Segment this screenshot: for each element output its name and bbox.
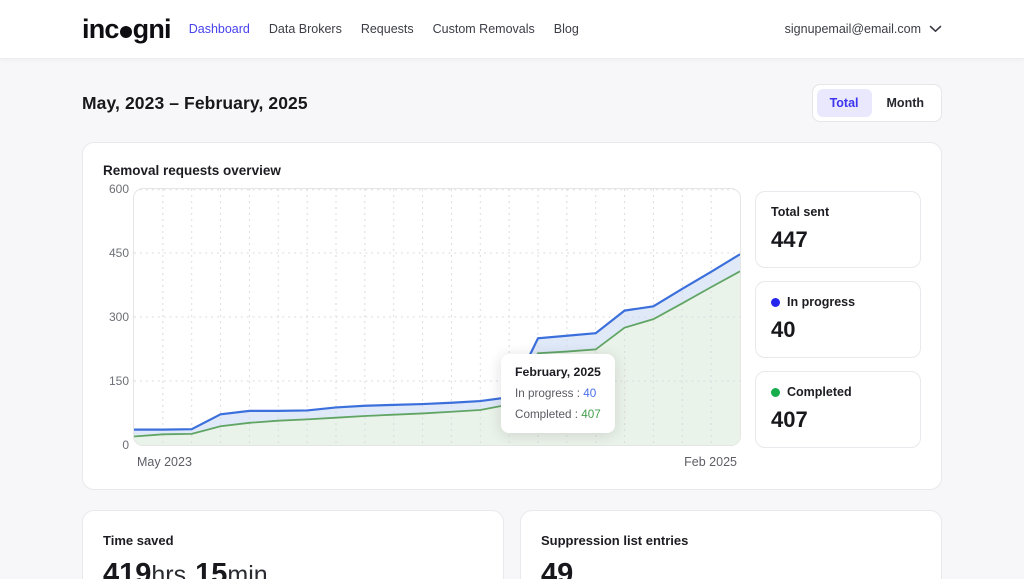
tooltip-row-completed: Completed : 407: [515, 408, 601, 421]
stat-label: Completed: [787, 385, 852, 399]
area-chart: [134, 189, 740, 445]
suppression-list-label: Suppression list entries: [541, 533, 921, 548]
tooltip-row-in-progress: In progress : 40: [515, 387, 601, 400]
x-axis: May 2023 Feb 2025: [133, 446, 741, 469]
logo-text-right: gni: [133, 14, 171, 45]
chart-tooltip: February, 2025 In progress : 40 Complete…: [501, 354, 615, 433]
suppression-list-card: Suppression list entries 49: [520, 510, 942, 579]
top-nav: incgni Dashboard Data Brokers Requests C…: [0, 0, 1024, 58]
minutes-unit: min: [227, 561, 267, 579]
stats-column: Total sent 447 In progress 40 Completed: [755, 188, 921, 469]
y-tick: 0: [122, 438, 129, 452]
toggle-total-button[interactable]: Total: [817, 89, 872, 117]
date-range-title: May, 2023 – February, 2025: [82, 93, 308, 114]
total-month-toggle: Total Month: [812, 84, 942, 122]
toggle-month-button[interactable]: Month: [874, 89, 937, 117]
y-tick: 300: [109, 310, 129, 324]
nav-item-requests[interactable]: Requests: [361, 22, 414, 36]
stat-card-total-sent: Total sent 447: [755, 191, 921, 268]
time-saved-card: Time saved 419hrs 15min: [82, 510, 504, 579]
page-heading-row: May, 2023 – February, 2025 Total Month: [82, 84, 942, 122]
tooltip-value-completed: 407: [581, 408, 601, 421]
logo-text-left: inc: [82, 14, 119, 45]
incogni-logo[interactable]: incgni: [82, 14, 171, 45]
y-axis: 600 450 300 150 0: [103, 188, 129, 446]
account-menu[interactable]: signupemail@email.com: [785, 20, 942, 38]
in-progress-dot-icon: [771, 298, 780, 307]
time-saved-value: 419hrs 15min: [103, 558, 483, 579]
stat-card-completed: Completed 407: [755, 371, 921, 448]
plot-area[interactable]: [133, 188, 741, 446]
minutes-number: 15: [195, 558, 227, 579]
main-nav: Dashboard Data Brokers Requests Custom R…: [189, 22, 579, 36]
in-progress-value: 40: [771, 317, 905, 343]
chart-region: 600 450 300 150 0 February, 2025: [103, 188, 741, 469]
nav-item-blog[interactable]: Blog: [554, 22, 579, 36]
suppression-list-value: 49: [541, 558, 921, 579]
total-sent-value: 447: [771, 227, 905, 253]
y-tick: 600: [109, 182, 129, 196]
tooltip-title: February, 2025: [515, 365, 601, 379]
x-label-start: May 2023: [137, 455, 192, 469]
time-saved-label: Time saved: [103, 533, 483, 548]
removal-requests-card: Removal requests overview 600 450 300 15…: [82, 142, 942, 490]
chevron-down-icon: [929, 20, 942, 38]
logo-dot-icon: [120, 26, 132, 38]
completed-dot-icon: [771, 388, 780, 397]
stat-label: In progress: [787, 295, 855, 309]
hours-unit: hrs: [151, 561, 186, 579]
stat-card-in-progress: In progress 40: [755, 281, 921, 358]
stat-label: Total sent: [771, 205, 829, 219]
y-tick: 450: [109, 246, 129, 260]
completed-value: 407: [771, 407, 905, 433]
tooltip-value-in-progress: 40: [583, 387, 596, 400]
y-tick: 150: [109, 374, 129, 388]
nav-item-custom-removals[interactable]: Custom Removals: [433, 22, 535, 36]
nav-item-dashboard[interactable]: Dashboard: [189, 22, 250, 36]
nav-item-data-brokers[interactable]: Data Brokers: [269, 22, 342, 36]
card-title: Removal requests overview: [103, 163, 921, 178]
hours-number: 419: [103, 558, 151, 579]
x-label-end: Feb 2025: [684, 455, 737, 469]
account-email: signupemail@email.com: [785, 22, 921, 36]
